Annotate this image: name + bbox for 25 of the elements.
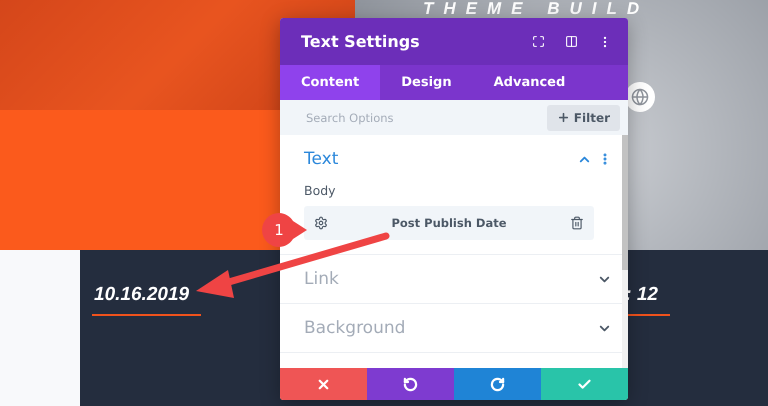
gear-icon[interactable] bbox=[314, 216, 328, 230]
modal-title: Text Settings bbox=[301, 32, 421, 51]
columns-icon[interactable] bbox=[565, 35, 578, 48]
globe-icon[interactable] bbox=[625, 82, 655, 112]
filter-button[interactable]: Filter bbox=[546, 104, 620, 130]
close-icon bbox=[316, 376, 331, 392]
tab[interactable]: Design bbox=[380, 65, 473, 100]
tab[interactable]: Advanced bbox=[472, 65, 586, 100]
tab[interactable]: Content bbox=[280, 65, 380, 100]
field-label: Body bbox=[304, 183, 337, 198]
hero-title: THEME BUILD bbox=[423, 0, 650, 18]
undo-button[interactable] bbox=[367, 368, 454, 400]
post-meta-text: 10.16.2019 bbox=[92, 280, 202, 316]
undo-icon bbox=[403, 376, 418, 392]
scrollbar[interactable] bbox=[622, 135, 628, 368]
search-bar[interactable]: Search Options Filter bbox=[280, 100, 628, 135]
expand-icon[interactable] bbox=[532, 35, 545, 48]
check-icon bbox=[577, 376, 592, 392]
trash-icon[interactable] bbox=[570, 216, 584, 230]
redo-button[interactable] bbox=[454, 368, 541, 400]
dynamic-content-field[interactable]: Post Publish Date bbox=[304, 206, 594, 240]
redo-icon bbox=[490, 376, 505, 392]
section-title[interactable]: Text bbox=[304, 149, 571, 169]
plus-icon bbox=[556, 111, 570, 124]
search-field[interactable]: Search Options bbox=[304, 110, 547, 126]
